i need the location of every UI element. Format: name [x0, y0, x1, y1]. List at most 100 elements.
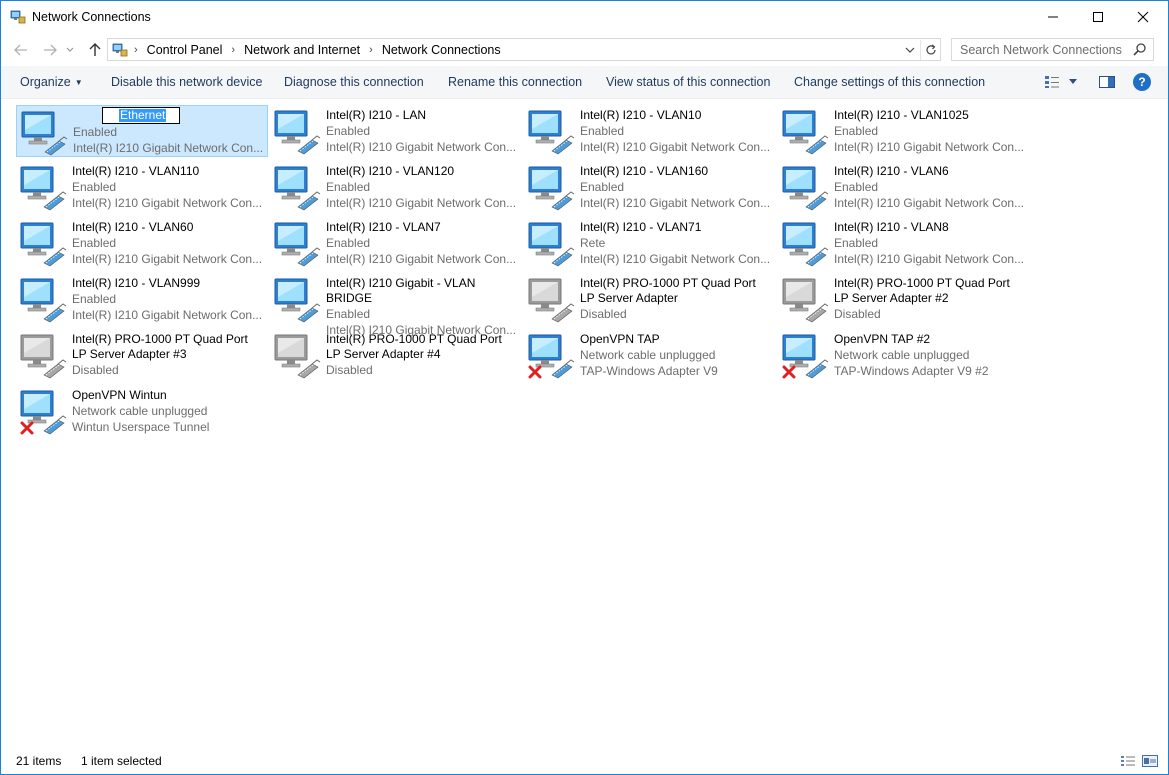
address-row: › Control Panel › Network and Internet ›… — [1, 33, 1168, 66]
rename-connection-button[interactable]: Rename this connection — [448, 75, 582, 89]
connection-item[interactable]: Intel(R) I210 - VLAN60 Enabled Intel(R) I2… — [16, 217, 268, 269]
network-adapter-icon — [526, 107, 576, 155]
connection-device: Intel(R) I210 Gigabit Network Con... — [326, 196, 517, 210]
connection-item[interactable]: OpenVPN TAP #2 Network cable unplugged TAP… — [778, 329, 1030, 381]
connection-item[interactable]: Intel(R) PRO-1000 PT Quad Port LP Server… — [524, 273, 776, 325]
connection-status: Disabled — [72, 363, 119, 377]
connection-name: Intel(R) I210 - VLAN160 — [580, 164, 709, 178]
breadcrumb-separator[interactable]: › — [369, 44, 373, 56]
refresh-icon — [925, 44, 936, 55]
connection-name: Intel(R) PRO-1000 PT Quad Port LP Server… — [580, 276, 756, 305]
connection-status: Enabled — [326, 124, 371, 138]
address-history-dropdown[interactable] — [900, 41, 920, 59]
connection-device: Intel(R) I210 Gigabit Network Con... — [834, 252, 1025, 266]
chevron-down-icon — [66, 47, 74, 52]
organize-menu[interactable]: Organize ▼ — [20, 75, 83, 89]
connection-item[interactable]: OpenVPN Wintun Network cable unplugged Win… — [16, 385, 268, 437]
connection-item[interactable]: Intel(R) I210 - VLAN10 Enabled Intel(R) I2… — [524, 105, 776, 157]
connection-name: Intel(R) PRO-1000 PT Quad Port LP Server… — [834, 276, 1010, 305]
network-adapter-icon — [18, 163, 68, 211]
connection-item[interactable]: Intel(R) I210 - VLAN1025 Enabled Intel(R) … — [778, 105, 1030, 157]
network-adapter-icon — [780, 107, 830, 155]
breadcrumb-network-connections[interactable]: Network Connections — [382, 43, 501, 57]
connection-item[interactable]: Intel(R) I210 - VLAN120 Enabled Intel(R) I… — [270, 161, 522, 213]
details-view-icon — [1121, 756, 1135, 766]
close-button[interactable] — [1120, 1, 1166, 33]
connection-status: Enabled — [834, 124, 879, 138]
network-connections-window: Network Connections › Control Panel › Ne… — [0, 0, 1169, 775]
connection-status: Enabled — [326, 180, 371, 194]
connection-device: Intel(R) I210 Gigabit Network Con... — [73, 141, 264, 155]
breadcrumb-separator[interactable]: › — [231, 44, 235, 56]
connection-item[interactable]: Intel(R) PRO-1000 PT Quad Port LP Server… — [270, 329, 522, 381]
rename-input[interactable]: Ethernet — [102, 107, 180, 124]
forward-arrow-icon — [44, 44, 57, 56]
view-status-button[interactable]: View status of this connection — [606, 75, 770, 89]
connection-status: Enabled — [72, 292, 117, 306]
connections-list: Ethernet Enabled Intel(R) I210 Gigabit Net… — [1, 100, 1168, 742]
connection-status: Enabled — [580, 124, 625, 138]
breadcrumb-network-and-internet[interactable]: Network and Internet — [244, 43, 360, 57]
connection-item[interactable]: Intel(R) I210 - LAN Enabled Intel(R) I210 … — [270, 105, 522, 157]
window-title: Network Connections — [32, 10, 151, 24]
connection-name: Intel(R) I210 - VLAN60 — [72, 220, 194, 234]
connection-item[interactable]: OpenVPN TAP Network cable unplugged TAP-Wi… — [524, 329, 776, 381]
connection-status: Enabled — [72, 180, 117, 194]
view-options-dropdown[interactable] — [1063, 73, 1083, 91]
network-adapter-icon — [272, 163, 322, 211]
connection-device: Intel(R) I210 Gigabit Network Con... — [326, 140, 517, 154]
status-bar: 21 items 1 item selected — [1, 750, 1168, 774]
breadcrumb-separator[interactable]: › — [134, 44, 138, 56]
minimize-button[interactable] — [1030, 1, 1076, 33]
diagnose-connection-button[interactable]: Diagnose this connection — [284, 75, 424, 89]
recent-locations-button[interactable] — [64, 41, 76, 59]
change-settings-button[interactable]: Change settings of this connection — [794, 75, 985, 89]
network-adapter-icon — [272, 107, 322, 155]
connection-name: Intel(R) I210 - LAN — [326, 108, 427, 122]
connection-name: Intel(R) PRO-1000 PT Quad Port LP Server… — [72, 332, 248, 361]
connection-name: Intel(R) I210 - VLAN110 — [72, 164, 200, 178]
connection-item[interactable]: Intel(R) I210 - VLAN160 Enabled Intel(R) I… — [524, 161, 776, 213]
connection-item[interactable]: Intel(R) I210 - VLAN7 Enabled Intel(R) I21… — [270, 217, 522, 269]
search-icon[interactable] — [1132, 42, 1148, 58]
address-bar[interactable]: › Control Panel › Network and Internet ›… — [107, 38, 941, 61]
connection-device: Intel(R) I210 Gigabit Network Con... — [580, 252, 771, 266]
disable-device-button[interactable]: Disable this network device — [111, 75, 262, 89]
change-view-button[interactable] — [1042, 73, 1062, 91]
connection-item[interactable]: Intel(R) I210 - VLAN71 Rete Intel(R) I210 … — [524, 217, 776, 269]
forward-button[interactable] — [40, 41, 60, 59]
maximize-button[interactable] — [1075, 1, 1121, 33]
connection-item[interactable]: Intel(R) I210 Gigabit - VLAN BRIDGE Enabl… — [270, 273, 522, 337]
connection-status: Network cable unplugged — [72, 404, 208, 418]
connection-item[interactable]: Intel(R) PRO-1000 PT Quad Port LP Server… — [16, 329, 268, 381]
network-adapter-unplugged-icon — [780, 331, 830, 379]
connection-item[interactable]: Intel(R) I210 - VLAN999 Enabled Intel(R) I… — [16, 273, 268, 325]
network-adapter-icon — [272, 275, 322, 323]
connection-item[interactable]: Intel(R) I210 - VLAN8 Enabled Intel(R) I21… — [778, 217, 1030, 269]
search-input[interactable] — [952, 39, 1130, 60]
details-view-button[interactable] — [1119, 753, 1137, 769]
preview-pane-button[interactable] — [1097, 73, 1117, 91]
connection-item[interactable]: Ethernet Enabled Intel(R) I210 Gigabit Net… — [16, 105, 268, 157]
network-adapter-icon — [272, 219, 322, 267]
connection-name: Intel(R) I210 - VLAN10 — [580, 108, 702, 122]
network-adapter-disabled-icon — [272, 331, 322, 379]
network-adapter-icon — [526, 163, 576, 211]
tiles-view-button[interactable] — [1141, 753, 1159, 769]
connection-item[interactable]: Intel(R) I210 - VLAN110 Enabled Intel(R) I… — [16, 161, 268, 213]
connection-name: Intel(R) I210 - VLAN120 — [326, 164, 455, 178]
maximize-icon — [1093, 12, 1103, 22]
breadcrumb-control-panel[interactable]: Control Panel — [147, 43, 223, 57]
connection-status: Enabled — [834, 180, 879, 194]
title-bar[interactable]: Network Connections — [1, 1, 1168, 33]
help-button[interactable]: ? — [1133, 73, 1151, 91]
search-box[interactable] — [951, 38, 1154, 61]
connection-device: Wintun Userspace Tunnel — [72, 420, 210, 434]
up-button[interactable] — [85, 41, 105, 59]
connection-item[interactable]: Intel(R) I210 - VLAN6 Enabled Intel(R) I21… — [778, 161, 1030, 213]
caret-down-icon — [1069, 79, 1077, 84]
connection-item[interactable]: Intel(R) PRO-1000 PT Quad Port LP Server… — [778, 273, 1030, 325]
minimize-icon — [1048, 16, 1058, 18]
back-button[interactable] — [11, 41, 31, 59]
refresh-button[interactable] — [920, 40, 940, 60]
